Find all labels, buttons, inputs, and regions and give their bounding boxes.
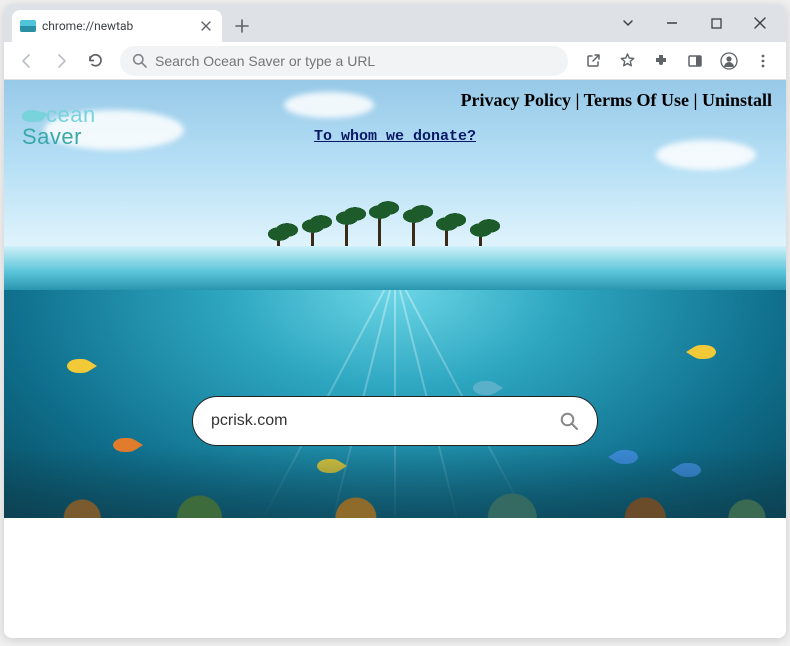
new-tab-button[interactable] [228, 12, 256, 40]
search-bar[interactable] [192, 396, 598, 446]
uninstall-link[interactable]: Uninstall [702, 90, 772, 110]
whale-icon [22, 110, 44, 122]
tab-title: chrome://newtab [42, 19, 192, 33]
profile-avatar-icon[interactable] [714, 46, 744, 76]
window-controls [606, 4, 782, 42]
page-content: Privacy Policy | Terms Of Use | Uninstal… [4, 80, 786, 638]
search-icon [132, 53, 147, 68]
separator: | [689, 90, 702, 110]
omnibox[interactable] [120, 46, 568, 76]
chevron-down-icon[interactable] [606, 8, 650, 38]
browser-tab[interactable]: chrome://newtab [12, 10, 222, 42]
search-icon[interactable] [559, 411, 579, 431]
extensions-icon[interactable] [646, 46, 676, 76]
menu-dots-icon[interactable] [748, 46, 778, 76]
water-surface [4, 246, 786, 290]
minimize-button[interactable] [650, 8, 694, 38]
toolbar [4, 42, 786, 80]
sidepanel-icon[interactable] [680, 46, 710, 76]
ocean-background [4, 80, 786, 518]
back-button[interactable] [12, 46, 42, 76]
tab-favicon [20, 20, 36, 32]
browser-window: chrome://newtab [4, 4, 786, 638]
page-bottom-blank [4, 518, 786, 638]
bookmark-star-icon[interactable] [612, 46, 642, 76]
separator: | [571, 90, 584, 110]
share-icon[interactable] [578, 46, 608, 76]
title-bar: chrome://newtab [4, 4, 786, 42]
omnibox-input[interactable] [155, 53, 556, 69]
reload-button[interactable] [80, 46, 110, 76]
privacy-link[interactable]: Privacy Policy [461, 90, 571, 110]
close-button[interactable] [738, 8, 782, 38]
forward-button[interactable] [46, 46, 76, 76]
maximize-button[interactable] [694, 8, 738, 38]
header-links: Privacy Policy | Terms Of Use | Uninstal… [461, 90, 772, 111]
search-input[interactable] [211, 412, 549, 430]
ocean-saver-logo: cean Saver [22, 104, 96, 148]
donate-link[interactable]: To whom we donate? [314, 128, 476, 145]
tab-close-icon[interactable] [198, 18, 214, 34]
logo-line2: Saver [22, 126, 96, 148]
terms-link[interactable]: Terms Of Use [584, 90, 689, 110]
